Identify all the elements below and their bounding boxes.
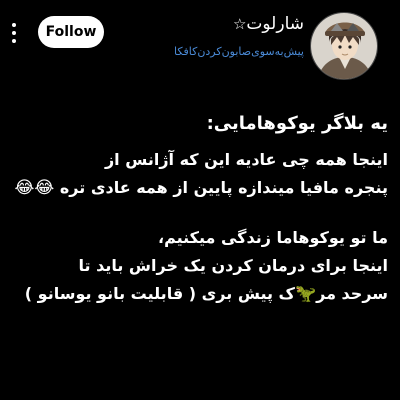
avatar[interactable] [310,12,378,80]
menu-dot [12,23,16,27]
post-text-line: سرحد مر🦖ک پیش بری ( قابلیت بانو یوسانو ) [12,280,388,308]
post-header: Follow شارلوت☆ پیش‌به‌سوی‌صابون‌کردن‌کاف… [0,0,400,90]
post-text-span: سرحد مر [316,284,388,303]
dinosaur-emoji-icon: 🦖 [294,284,317,304]
post-text-line: اینجا همه چی عادیه این که آژانس از [104,150,388,169]
post-body: یه بلاگر یوکوهامایی: اینجا همه چی عادیه … [12,110,388,308]
menu-dot [12,31,16,35]
follow-button[interactable]: Follow [38,16,104,48]
more-options-icon[interactable] [4,18,24,48]
post-text-line: ما تو یوکوهاما زندگی میکنیم، [157,228,388,247]
post-text-span: پنجره مافیا میندازه پایین از همه عادی تر… [59,178,388,197]
username[interactable]: شارلوت☆ [233,14,304,34]
laughing-emoji-icon: 😂😂 [14,178,55,198]
bio-link[interactable]: پیش‌به‌سوی‌صابون‌کردن‌کافکا [174,45,304,58]
post-text-span: ک پیش بری ( قابلیت بانو یوسانو ) [24,284,295,303]
post-title: یه بلاگر یوکوهامایی: [206,113,388,134]
menu-dot [12,39,16,43]
avatar-illustration [311,13,377,79]
star-icon: ☆ [232,15,247,33]
post-text-line: پنجره مافیا میندازه پایین از همه عادی تر… [12,174,388,202]
username-text: شارلوت [246,14,304,34]
post-text-line: اینجا برای درمان کردن یک خراش باید تا [78,256,389,275]
